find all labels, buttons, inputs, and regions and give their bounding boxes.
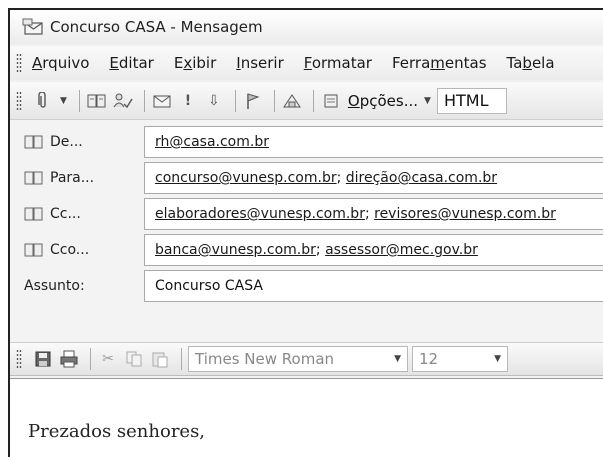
save-icon[interactable] xyxy=(32,348,54,370)
address-book-icon xyxy=(24,243,43,257)
subject-row: Assunto: Concurso CASA xyxy=(10,268,603,304)
to-button[interactable]: Para... xyxy=(18,162,138,194)
toolbar-separator xyxy=(312,89,314,112)
toolbar-grip-handle[interactable] xyxy=(16,90,22,111)
flag-icon[interactable] xyxy=(242,90,264,112)
menu-arquivo[interactable]: Arquivo xyxy=(32,54,89,72)
attach-dropdown-icon[interactable]: ▼ xyxy=(60,96,67,106)
toolbar-separator xyxy=(234,89,236,112)
menu-exibir[interactable]: Exibir xyxy=(174,54,216,72)
toolbar-separator xyxy=(78,89,80,112)
subject-label: Assunto: xyxy=(24,278,85,294)
message-header-fields: De... rh@casa.com.br Para... concurso@vu… xyxy=(10,120,603,342)
cc-field[interactable]: elaboradores@vunesp.com.br; revisores@vu… xyxy=(144,198,603,230)
address-book-icon xyxy=(24,171,43,185)
subject-field[interactable]: Concurso CASA xyxy=(144,270,603,302)
email-address[interactable]: direção@casa.com.br xyxy=(346,170,497,186)
menu-grip-handle[interactable] xyxy=(16,53,22,73)
formatting-toolbar: ✂ Times New Roman ▼ 12 ▼ xyxy=(10,342,603,376)
body-text: Prezados senhores, xyxy=(28,421,206,442)
bcc-field[interactable]: banca@vunesp.com.br; assessor@mec.gov.br xyxy=(144,234,603,266)
email-address[interactable]: concurso@vunesp.com.br xyxy=(155,170,337,186)
email-address[interactable]: revisores@vunesp.com.br xyxy=(374,206,556,222)
menu-ferramentas[interactable]: Ferramentas xyxy=(392,54,487,72)
from-row: De... rh@casa.com.br xyxy=(10,124,603,160)
title-bar: Concurso CASA - Mensagem xyxy=(10,10,603,44)
font-name-select[interactable]: Times New Roman ▼ xyxy=(188,346,408,372)
toolbar-separator xyxy=(143,89,145,112)
permission-icon[interactable] xyxy=(281,90,303,112)
window-title: Concurso CASA - Mensagem xyxy=(50,18,263,36)
menu-inserir[interactable]: Inserir xyxy=(236,54,284,72)
message-body[interactable]: Prezados senhores, xyxy=(10,378,603,457)
envelope-icon[interactable] xyxy=(151,90,173,112)
high-importance-icon[interactable]: ! xyxy=(177,90,199,112)
attach-icon[interactable] xyxy=(32,90,54,112)
standard-toolbar: ▼ ! ⇩ Opções... ▼ HTML xyxy=(10,82,603,120)
chevron-down-icon: ▼ xyxy=(394,354,401,364)
address-book-icon xyxy=(24,135,43,149)
low-importance-icon[interactable]: ⇩ xyxy=(203,90,225,112)
bcc-button[interactable]: Cco... xyxy=(18,234,138,266)
options-button[interactable]: Opções... xyxy=(348,92,418,110)
to-row: Para... concurso@vunesp.com.br; direção@… xyxy=(10,160,603,196)
check-names-icon[interactable] xyxy=(112,90,134,112)
cc-button[interactable]: Cc... xyxy=(18,198,138,230)
paste-icon[interactable] xyxy=(149,348,171,370)
toolbar-separator xyxy=(181,348,182,370)
options-icon[interactable] xyxy=(320,90,342,112)
from-button[interactable]: De... xyxy=(18,126,138,158)
cc-row: Cc... elaboradores@vunesp.com.br; reviso… xyxy=(10,196,603,232)
options-dropdown-icon[interactable]: ▼ xyxy=(424,96,431,106)
email-address[interactable]: banca@vunesp.com.br xyxy=(155,242,316,258)
to-field[interactable]: concurso@vunesp.com.br; direção@casa.com… xyxy=(144,162,603,194)
email-address[interactable]: rh@casa.com.br xyxy=(155,134,269,150)
menu-formatar[interactable]: Formatar xyxy=(304,54,372,72)
toolbar-separator xyxy=(273,89,275,112)
copy-icon[interactable] xyxy=(123,348,145,370)
email-address[interactable]: assessor@mec.gov.br xyxy=(325,242,478,258)
message-window: Concurso CASA - Mensagem Arquivo Editar … xyxy=(8,8,603,457)
toolbar-separator xyxy=(90,348,91,370)
from-field[interactable]: rh@casa.com.br xyxy=(144,126,603,158)
print-icon[interactable] xyxy=(58,348,80,370)
cut-icon[interactable]: ✂ xyxy=(97,348,119,370)
address-book-icon xyxy=(24,207,43,221)
email-address[interactable]: elaboradores@vunesp.com.br xyxy=(155,206,365,222)
format-toolbar-grip-handle[interactable] xyxy=(16,349,22,369)
menu-tabela[interactable]: Tabela xyxy=(507,54,555,72)
menu-editar[interactable]: Editar xyxy=(109,54,153,72)
menu-bar: Arquivo Editar Exibir Inserir Formatar F… xyxy=(10,46,603,80)
bcc-row: Cco... banca@vunesp.com.br; assessor@mec… xyxy=(10,232,603,268)
message-format-select[interactable]: HTML xyxy=(436,87,507,114)
font-size-select[interactable]: 12 ▼ xyxy=(412,346,508,372)
address-book-icon[interactable] xyxy=(86,90,108,112)
chevron-down-icon: ▼ xyxy=(494,354,501,364)
message-icon xyxy=(22,18,43,35)
